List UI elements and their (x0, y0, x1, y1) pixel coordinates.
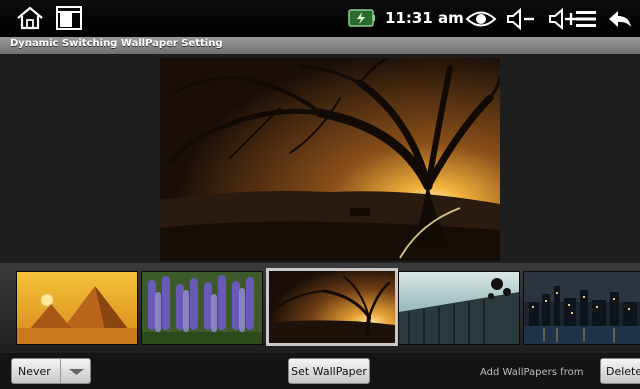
spinner-arrow[interactable] (60, 359, 92, 383)
chevron-down-icon (69, 369, 84, 375)
volume-up-icon[interactable] (548, 8, 578, 30)
recent-apps-icon[interactable] (55, 5, 83, 31)
thumbnail-item[interactable] (398, 271, 520, 345)
menu-icon[interactable] (575, 9, 597, 29)
tree-sunset-image (160, 58, 500, 261)
thumbnail-item[interactable] (16, 271, 138, 345)
add-wallpapers-label: Add WallPapers from (480, 367, 584, 378)
city-night-image (524, 272, 640, 344)
bridge-sky-image (399, 272, 519, 344)
interval-value: Never (18, 365, 51, 378)
thumbnail-item[interactable] (141, 271, 263, 345)
set-wallpaper-button[interactable]: Set WallPaper (288, 358, 370, 384)
thumbnail-item[interactable] (523, 271, 640, 345)
bottom-bar: Never Set WallPaper Add WallPapers from … (0, 353, 640, 389)
eye-icon[interactable] (465, 8, 497, 30)
thumbnail-strip[interactable] (0, 263, 640, 353)
home-icon[interactable] (16, 6, 44, 30)
clock: 11:31 am (385, 9, 464, 27)
title-bar: Dynamic Switching WallPaper Setting (0, 37, 640, 54)
volume-down-icon[interactable] (506, 8, 536, 30)
page-title: Dynamic Switching WallPaper Setting (10, 38, 223, 49)
delete-button[interactable]: Delete (600, 358, 640, 384)
preview-area (0, 54, 640, 263)
wallpaper-preview (160, 58, 500, 261)
status-bar: 11:31 am (0, 0, 640, 37)
thumbnail-item-selected[interactable] (266, 268, 398, 346)
pyramids-image (17, 272, 137, 344)
tree-sunset-thumb-image (269, 271, 395, 343)
battery-icon (348, 9, 375, 27)
lavender-field-image (142, 272, 262, 344)
back-icon[interactable] (607, 9, 633, 29)
interval-spinner[interactable]: Never (11, 358, 91, 384)
